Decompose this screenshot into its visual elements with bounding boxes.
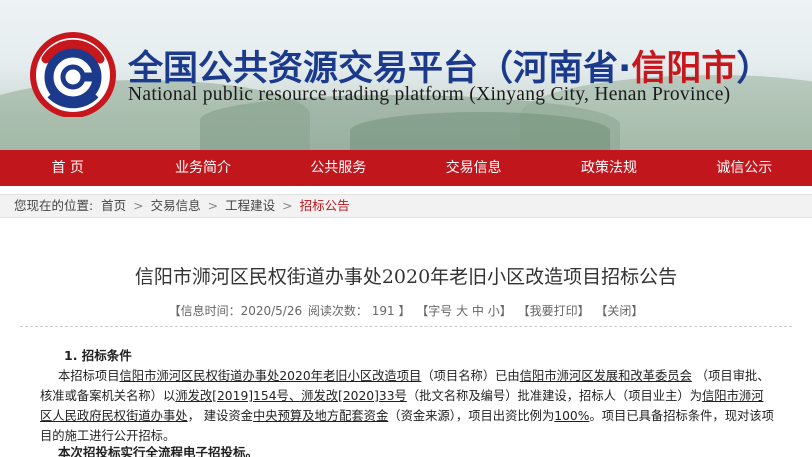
article-bold-line: 本次招投标实行全流程电子招投标。: [58, 445, 259, 457]
article-meta: 【信息时间：2020/5/26 阅读次数： 191 】 【字号 大 中 小】 【…: [0, 302, 812, 319]
funding-ratio: 100%: [554, 409, 590, 423]
para-text: 本招标项目: [58, 369, 120, 383]
meta-views: 阅读次数： 191 】: [307, 304, 411, 318]
breadcrumb-prefix: 您现在的位置:: [14, 198, 94, 213]
nav-item-credit[interactable]: 诚信公示: [677, 150, 812, 186]
main-nav: 首 页 业务简介 公共服务 交易信息 政策法规 诚信公示: [0, 150, 812, 186]
site-title-region: （河南省·: [478, 49, 632, 89]
site-title-region-close: ）: [736, 49, 772, 89]
breadcrumb-current[interactable]: 招标公告: [300, 198, 350, 213]
nav-item-trading-info[interactable]: 交易信息: [406, 150, 541, 186]
print-button[interactable]: 【我要打印】: [518, 304, 590, 318]
divider: [20, 326, 792, 327]
para-text: ， 建设资金: [187, 409, 253, 423]
breadcrumb-item-engineering[interactable]: 工程建设: [225, 198, 275, 213]
breadcrumb: 您现在的位置: 首页 > 交易信息 > 工程建设 > 招标公告: [0, 194, 812, 218]
mountain-decoration: [350, 112, 610, 150]
nav-item-policy[interactable]: 政策法规: [541, 150, 676, 186]
para-text: （项目名称）已由: [421, 369, 520, 383]
site-title-en: National public resource trading platfor…: [128, 84, 731, 105]
breadcrumb-separator: >: [133, 198, 144, 213]
para-text: （批文名称及编号）批准建设，招标人（项目业主）为: [406, 389, 702, 403]
nav-item-public-service[interactable]: 公共服务: [271, 150, 406, 186]
nav-item-business-intro[interactable]: 业务简介: [135, 150, 270, 186]
para-text: （资金来源），项目出资比例为: [388, 409, 555, 423]
approval-document: 浉发改[2019]154号、浉发改[2020]33号: [175, 389, 407, 403]
meta-info-date: 【信息时间：2020/5/26: [168, 304, 303, 318]
nav-item-home[interactable]: 首 页: [0, 150, 135, 186]
project-name: 信阳市浉河区民权街道办事处2020年老旧小区改造项目: [119, 369, 422, 383]
breadcrumb-item-trading[interactable]: 交易信息: [151, 198, 201, 213]
section-heading: 1. 招标条件: [64, 348, 132, 363]
breadcrumb-item-home[interactable]: 首页: [101, 198, 126, 213]
approval-authority: 信阳市浉河区发展和改革委员会: [519, 369, 692, 383]
site-title-city: 信阳市: [631, 49, 737, 89]
breadcrumb-separator: >: [207, 198, 219, 213]
site-title-main: 全国公共资源交易平台: [128, 49, 479, 89]
platform-logo-icon: [30, 32, 116, 117]
header-banner: 全国公共资源交易平台（河南省·信阳市） National public reso…: [0, 0, 812, 150]
font-size-control[interactable]: 【字号 大 中 小】: [416, 304, 511, 318]
funding-source: 中央预算及地方配套资金: [252, 409, 389, 423]
article-title: 信阳市浉河区民权街道办事处2020年老旧小区改造项目招标公告: [134, 266, 678, 288]
close-button[interactable]: 【关闭】: [595, 304, 643, 318]
article-paragraph: 本招标项目信阳市浉河区民权街道办事处2020年老旧小区改造项目（项目名称）已由信…: [40, 366, 775, 446]
breadcrumb-separator: >: [282, 198, 293, 213]
